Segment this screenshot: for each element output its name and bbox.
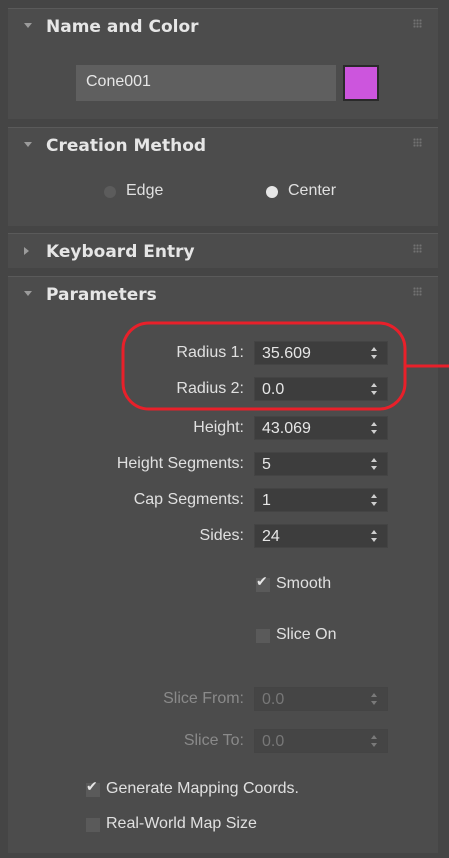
spinner-arrows-icon[interactable] (371, 346, 377, 361)
radius2-label: Radius 2: (176, 380, 244, 397)
cap-segments-label: Cap Segments: (133, 491, 244, 508)
radio-center[interactable]: Center (262, 180, 372, 204)
slice-from-spinner[interactable]: 0.0 (254, 687, 388, 711)
height-segments-label: Height Segments: (116, 455, 244, 472)
slice-on-checkbox[interactable]: Slice On (254, 625, 394, 649)
real-world-map-size-checkbox[interactable]: Real-World Map Size (84, 814, 384, 838)
rollout-name-and-color: Name and Color Cone001 (8, 8, 438, 119)
spinner-arrows-icon[interactable] (371, 734, 377, 749)
smooth-checkbox[interactable]: ✔ Smooth (254, 574, 394, 598)
checkbox-unchecked-icon (256, 629, 270, 643)
rollout-title: Creation Method (46, 136, 207, 156)
checkbox-checked-icon: ✔ (86, 779, 100, 797)
radio-label: Edge (126, 182, 164, 199)
rollout-header[interactable]: Parameters (8, 277, 438, 311)
spinner-arrows-icon[interactable] (371, 529, 377, 544)
checkbox-checked-icon: ✔ (256, 574, 270, 592)
rollout-parameters: Parameters Radius 1: 35.609 Radius 2: 0.… (8, 276, 438, 853)
checkbox-label: Generate Mapping Coords. (106, 780, 299, 797)
rollout-title: Parameters (46, 285, 157, 305)
rollout-header[interactable]: Keyboard Entry (8, 234, 438, 268)
drag-grip-icon[interactable] (413, 19, 422, 28)
collapse-arrow-icon (24, 23, 32, 28)
checkbox-unchecked-icon (86, 818, 100, 832)
object-name-value: Cone001 (86, 73, 151, 90)
object-name-field[interactable]: Cone001 (76, 65, 336, 101)
drag-grip-icon[interactable] (413, 244, 422, 253)
radius1-label: Radius 1: (176, 344, 244, 361)
drag-grip-icon[interactable] (413, 138, 422, 147)
rollout-keyboard-entry: Keyboard Entry (8, 233, 438, 268)
spinner-arrows-icon[interactable] (371, 493, 377, 508)
checkbox-label: Slice On (276, 626, 337, 643)
collapse-arrow-icon (24, 291, 32, 296)
drag-grip-icon[interactable] (413, 287, 422, 296)
radio-selected-icon (266, 186, 278, 198)
rollout-header[interactable]: Creation Method (8, 128, 438, 162)
radio-unselected-icon (104, 186, 116, 198)
spinner-value: 43.069 (262, 420, 311, 437)
slice-to-label: Slice To: (183, 732, 244, 749)
height-segments-spinner[interactable]: 5 (254, 452, 388, 476)
spinner-value: 24 (262, 528, 280, 545)
slice-to-spinner[interactable]: 0.0 (254, 729, 388, 753)
generate-mapping-coords-checkbox[interactable]: ✔ Generate Mapping Coords. (84, 779, 384, 803)
cap-segments-spinner[interactable]: 1 (254, 488, 388, 512)
spinner-value: 0.0 (262, 733, 285, 750)
sides-spinner[interactable]: 24 (254, 524, 388, 548)
radio-label: Center (288, 182, 337, 199)
rollout-creation-method: Creation Method Edge Center (8, 127, 438, 226)
spinner-arrows-icon[interactable] (371, 382, 377, 397)
height-label: Height: (193, 419, 244, 436)
checkbox-label: Real-World Map Size (106, 815, 257, 832)
color-swatch-fill (345, 67, 377, 99)
spinner-value: 0.0 (262, 691, 285, 708)
spinner-arrows-icon[interactable] (371, 692, 377, 707)
spinner-value: 0.0 (262, 381, 285, 398)
spinner-value: 1 (262, 492, 271, 509)
rollout-header[interactable]: Name and Color (8, 9, 438, 43)
sides-label: Sides: (199, 527, 244, 544)
rollout-title: Name and Color (46, 17, 199, 37)
rollout-title: Keyboard Entry (46, 242, 195, 262)
spinner-arrows-icon[interactable] (371, 457, 377, 472)
checkbox-label: Smooth (276, 575, 332, 592)
radius1-spinner[interactable]: 35.609 (254, 341, 388, 365)
height-spinner[interactable]: 43.069 (254, 416, 388, 440)
radio-edge[interactable]: Edge (100, 180, 200, 204)
collapse-arrow-icon (24, 142, 32, 147)
radius2-spinner[interactable]: 0.0 (254, 377, 388, 401)
expand-arrow-icon (24, 247, 29, 255)
spinner-arrows-icon[interactable] (371, 421, 377, 436)
spinner-value: 5 (262, 456, 271, 473)
slice-from-label: Slice From: (163, 690, 244, 707)
object-color-swatch[interactable] (343, 65, 379, 101)
spinner-value: 35.609 (262, 345, 311, 362)
